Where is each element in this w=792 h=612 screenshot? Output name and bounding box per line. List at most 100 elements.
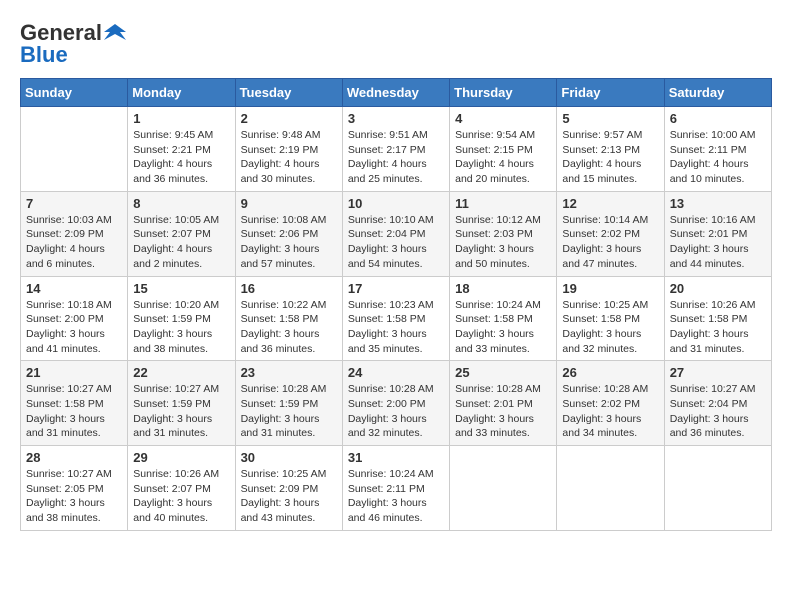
calendar-cell: 20 Sunrise: 10:26 AMSunset: 1:58 PMDaylig… bbox=[664, 276, 771, 361]
day-number: 18 bbox=[455, 281, 551, 296]
calendar-week-row: 7 Sunrise: 10:03 AMSunset: 2:09 PMDayligh… bbox=[21, 191, 772, 276]
day-number: 13 bbox=[670, 196, 766, 211]
calendar-cell: 8 Sunrise: 10:05 AMSunset: 2:07 PMDayligh… bbox=[128, 191, 235, 276]
day-number: 27 bbox=[670, 365, 766, 380]
calendar-cell: 18 Sunrise: 10:24 AMSunset: 1:58 PMDaylig… bbox=[450, 276, 557, 361]
day-info: Sunrise: 10:27 AMSunset: 1:58 PMDaylight… bbox=[26, 382, 122, 441]
day-info: Sunrise: 10:20 AMSunset: 1:59 PMDaylight… bbox=[133, 298, 229, 357]
day-info: Sunrise: 10:27 AMSunset: 2:04 PMDaylight… bbox=[670, 382, 766, 441]
day-number: 28 bbox=[26, 450, 122, 465]
day-info: Sunrise: 10:03 AMSunset: 2:09 PMDaylight… bbox=[26, 213, 122, 272]
day-info: Sunrise: 9:51 AMSunset: 2:17 PMDaylight:… bbox=[348, 128, 444, 187]
day-number: 25 bbox=[455, 365, 551, 380]
logo: General Blue bbox=[20, 20, 126, 68]
calendar-cell: 1Sunrise: 9:45 AMSunset: 2:21 PMDaylight… bbox=[128, 107, 235, 192]
day-info: Sunrise: 10:14 AMSunset: 2:02 PMDaylight… bbox=[562, 213, 658, 272]
calendar-cell bbox=[664, 446, 771, 531]
day-number: 2 bbox=[241, 111, 337, 126]
calendar-cell: 24 Sunrise: 10:28 AMSunset: 2:00 PMDaylig… bbox=[342, 361, 449, 446]
day-number: 12 bbox=[562, 196, 658, 211]
day-number: 31 bbox=[348, 450, 444, 465]
day-number: 24 bbox=[348, 365, 444, 380]
weekday-header-wednesday: Wednesday bbox=[342, 79, 449, 107]
day-number: 29 bbox=[133, 450, 229, 465]
calendar-cell: 6Sunrise: 10:00 AMSunset: 2:11 PMDayligh… bbox=[664, 107, 771, 192]
calendar-cell: 23Sunrise: 10:28 AMSunset: 1:59 PMDaylig… bbox=[235, 361, 342, 446]
day-number: 26 bbox=[562, 365, 658, 380]
day-number: 15 bbox=[133, 281, 229, 296]
weekday-header-friday: Friday bbox=[557, 79, 664, 107]
day-number: 20 bbox=[670, 281, 766, 296]
day-number: 30 bbox=[241, 450, 337, 465]
weekday-header-thursday: Thursday bbox=[450, 79, 557, 107]
weekday-header-saturday: Saturday bbox=[664, 79, 771, 107]
calendar-cell bbox=[21, 107, 128, 192]
day-info: Sunrise: 9:57 AMSunset: 2:13 PMDaylight:… bbox=[562, 128, 658, 187]
calendar-cell: 3Sunrise: 9:51 AMSunset: 2:17 PMDaylight… bbox=[342, 107, 449, 192]
calendar-week-row: 14 Sunrise: 10:18 AMSunset: 2:00 PMDaylig… bbox=[21, 276, 772, 361]
logo-blue: Blue bbox=[20, 42, 68, 68]
day-number: 19 bbox=[562, 281, 658, 296]
calendar-cell: 31 Sunrise: 10:24 AMSunset: 2:11 PMDaylig… bbox=[342, 446, 449, 531]
calendar-cell: 27 Sunrise: 10:27 AMSunset: 2:04 PMDaylig… bbox=[664, 361, 771, 446]
day-info: Sunrise: 9:45 AMSunset: 2:21 PMDaylight:… bbox=[133, 128, 229, 187]
day-number: 8 bbox=[133, 196, 229, 211]
calendar-cell: 28 Sunrise: 10:27 AMSunset: 2:05 PMDaylig… bbox=[21, 446, 128, 531]
calendar-week-row: 28 Sunrise: 10:27 AMSunset: 2:05 PMDaylig… bbox=[21, 446, 772, 531]
calendar-cell bbox=[450, 446, 557, 531]
calendar-cell: 12 Sunrise: 10:14 AMSunset: 2:02 PMDaylig… bbox=[557, 191, 664, 276]
day-info: Sunrise: 10:28 AMSunset: 2:01 PMDaylight… bbox=[455, 382, 551, 441]
day-info: Sunrise: 10:26 AMSunset: 2:07 PMDaylight… bbox=[133, 467, 229, 526]
calendar-cell: 19 Sunrise: 10:25 AMSunset: 1:58 PMDaylig… bbox=[557, 276, 664, 361]
day-number: 5 bbox=[562, 111, 658, 126]
day-info: Sunrise: 10:24 AMSunset: 2:11 PMDaylight… bbox=[348, 467, 444, 526]
day-info: Sunrise: 10:12 AMSunset: 2:03 PMDaylight… bbox=[455, 213, 551, 272]
calendar-cell: 2Sunrise: 9:48 AMSunset: 2:19 PMDaylight… bbox=[235, 107, 342, 192]
calendar-cell: 5 Sunrise: 9:57 AMSunset: 2:13 PMDaylight… bbox=[557, 107, 664, 192]
day-info: Sunrise: 10:18 AMSunset: 2:00 PMDaylight… bbox=[26, 298, 122, 357]
day-info: Sunrise: 10:28 AMSunset: 2:00 PMDaylight… bbox=[348, 382, 444, 441]
day-number: 7 bbox=[26, 196, 122, 211]
page-header: General Blue bbox=[20, 20, 772, 68]
calendar-cell: 10 Sunrise: 10:10 AMSunset: 2:04 PMDaylig… bbox=[342, 191, 449, 276]
calendar-cell: 21 Sunrise: 10:27 AMSunset: 1:58 PMDaylig… bbox=[21, 361, 128, 446]
weekday-header-sunday: Sunday bbox=[21, 79, 128, 107]
day-info: Sunrise: 10:05 AMSunset: 2:07 PMDaylight… bbox=[133, 213, 229, 272]
calendar-cell: 25 Sunrise: 10:28 AMSunset: 2:01 PMDaylig… bbox=[450, 361, 557, 446]
calendar-cell: 29 Sunrise: 10:26 AMSunset: 2:07 PMDaylig… bbox=[128, 446, 235, 531]
calendar-cell: 30 Sunrise: 10:25 AMSunset: 2:09 PMDaylig… bbox=[235, 446, 342, 531]
day-info: Sunrise: 10:27 AMSunset: 1:59 PMDaylight… bbox=[133, 382, 229, 441]
calendar-week-row: 21 Sunrise: 10:27 AMSunset: 1:58 PMDaylig… bbox=[21, 361, 772, 446]
day-number: 6 bbox=[670, 111, 766, 126]
weekday-header-row: SundayMondayTuesdayWednesdayThursdayFrid… bbox=[21, 79, 772, 107]
calendar-cell: 17 Sunrise: 10:23 AMSunset: 1:58 PMDaylig… bbox=[342, 276, 449, 361]
calendar-cell bbox=[557, 446, 664, 531]
weekday-header-tuesday: Tuesday bbox=[235, 79, 342, 107]
day-info: Sunrise: 9:54 AMSunset: 2:15 PMDaylight:… bbox=[455, 128, 551, 187]
calendar-week-row: 1Sunrise: 9:45 AMSunset: 2:21 PMDaylight… bbox=[21, 107, 772, 192]
day-info: Sunrise: 10:27 AMSunset: 2:05 PMDaylight… bbox=[26, 467, 122, 526]
day-info: Sunrise: 10:25 AMSunset: 1:58 PMDaylight… bbox=[562, 298, 658, 357]
calendar-cell: 14 Sunrise: 10:18 AMSunset: 2:00 PMDaylig… bbox=[21, 276, 128, 361]
day-number: 21 bbox=[26, 365, 122, 380]
calendar-cell: 9 Sunrise: 10:08 AMSunset: 2:06 PMDayligh… bbox=[235, 191, 342, 276]
logo-bird-icon bbox=[104, 22, 126, 44]
calendar-cell: 26Sunrise: 10:28 AMSunset: 2:02 PMDaylig… bbox=[557, 361, 664, 446]
day-info: Sunrise: 10:26 AMSunset: 1:58 PMDaylight… bbox=[670, 298, 766, 357]
calendar-table: SundayMondayTuesdayWednesdayThursdayFrid… bbox=[20, 78, 772, 531]
day-number: 9 bbox=[241, 196, 337, 211]
calendar-cell: 11Sunrise: 10:12 AMSunset: 2:03 PMDaylig… bbox=[450, 191, 557, 276]
day-number: 17 bbox=[348, 281, 444, 296]
day-number: 10 bbox=[348, 196, 444, 211]
day-info: Sunrise: 10:24 AMSunset: 1:58 PMDaylight… bbox=[455, 298, 551, 357]
day-number: 14 bbox=[26, 281, 122, 296]
day-info: Sunrise: 10:16 AMSunset: 2:01 PMDaylight… bbox=[670, 213, 766, 272]
day-info: Sunrise: 10:10 AMSunset: 2:04 PMDaylight… bbox=[348, 213, 444, 272]
day-info: Sunrise: 10:25 AMSunset: 2:09 PMDaylight… bbox=[241, 467, 337, 526]
weekday-header-monday: Monday bbox=[128, 79, 235, 107]
day-number: 4 bbox=[455, 111, 551, 126]
day-number: 22 bbox=[133, 365, 229, 380]
day-info: Sunrise: 10:22 AMSunset: 1:58 PMDaylight… bbox=[241, 298, 337, 357]
day-info: Sunrise: 10:08 AMSunset: 2:06 PMDaylight… bbox=[241, 213, 337, 272]
day-info: Sunrise: 10:23 AMSunset: 1:58 PMDaylight… bbox=[348, 298, 444, 357]
